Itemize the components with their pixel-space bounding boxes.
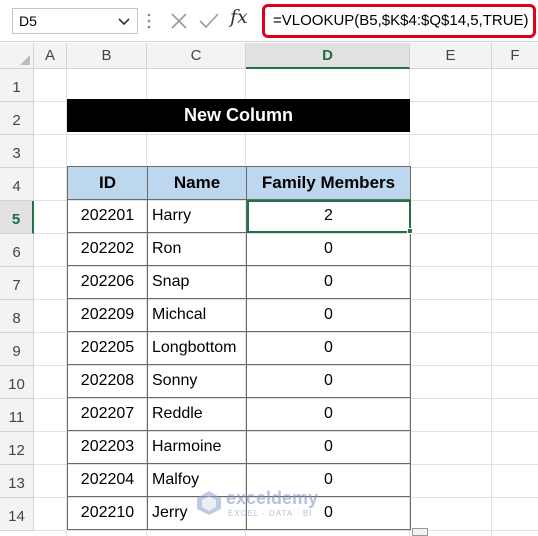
select-all-corner[interactable] (0, 43, 34, 69)
table-row: 202206 Snap 0 (67, 265, 411, 299)
column-header-c[interactable]: C (147, 43, 246, 69)
fill-handle[interactable] (407, 228, 413, 234)
cell-id[interactable]: 202205 (67, 331, 148, 365)
row-header-1[interactable]: 1 (0, 69, 34, 102)
name-box[interactable]: D5 (12, 8, 138, 34)
cell-name[interactable]: Snap (147, 265, 247, 299)
name-box-value: D5 (19, 13, 37, 29)
table-row: 202208 Sonny 0 (67, 364, 411, 398)
cell-family-members[interactable]: 0 (246, 430, 411, 464)
table-row: 202209 Michcal 0 (67, 298, 411, 332)
cell-name[interactable]: Longbottom (147, 331, 247, 365)
cell-id[interactable]: 202204 (67, 463, 148, 497)
cell-name[interactable]: Michcal (147, 298, 247, 332)
page-title: New Column (67, 99, 410, 132)
formula-input[interactable]: =VLOOKUP(B5,$K$4:$Q$14,5,TRUE) (262, 4, 536, 38)
cell-id[interactable]: 202207 (67, 397, 148, 431)
column-header-b[interactable]: B (67, 43, 147, 69)
formula-text: =VLOOKUP(B5,$K$4:$Q$14,5,TRUE) (273, 12, 529, 29)
cell-family-members[interactable]: 0 (246, 265, 411, 299)
column-header-d[interactable]: D (246, 43, 410, 69)
enter-check-icon[interactable] (199, 13, 219, 29)
column-header-a[interactable]: A (34, 43, 67, 69)
data-table: ID Name Family Members 202201 Harry 2 20… (67, 166, 411, 530)
chevron-down-icon[interactable] (115, 11, 133, 31)
cell-id[interactable]: 202202 (67, 232, 148, 266)
row-header-2[interactable]: 2 (0, 102, 34, 135)
cell-id[interactable]: 202209 (67, 298, 148, 332)
cell-family-members[interactable]: 0 (246, 364, 411, 398)
cell-name[interactable]: Reddle (147, 397, 247, 431)
row-header-6[interactable]: 6 (0, 234, 34, 267)
cell-name[interactable]: Harry (147, 199, 247, 233)
cell-family-members[interactable]: 0 (246, 397, 411, 431)
header-name[interactable]: Name (147, 166, 247, 200)
cell-name[interactable]: Sonny (147, 364, 247, 398)
row-header-13[interactable]: 13 (0, 465, 34, 498)
table-header-row: ID Name Family Members (67, 166, 411, 200)
table-row: 202202 Ron 0 (67, 232, 411, 266)
cancel-icon[interactable] (171, 13, 187, 29)
row-header-9[interactable]: 9 (0, 333, 34, 366)
watermark: exceldemy EXCEL · DATA · BI (196, 488, 356, 520)
table-row: 202207 Reddle 0 (67, 397, 411, 431)
row-header-7[interactable]: 7 (0, 267, 34, 300)
cell-name[interactable]: Ron (147, 232, 247, 266)
row-header-10[interactable]: 10 (0, 366, 34, 399)
cell-id[interactable]: 202206 (67, 265, 148, 299)
cell-family-members[interactable]: 0 (246, 331, 411, 365)
insert-function-icon[interactable]: fx (230, 6, 248, 28)
header-id[interactable]: ID (67, 166, 148, 200)
cell-family-members[interactable]: 0 (246, 232, 411, 266)
more-options-icon (147, 13, 151, 29)
row-header-12[interactable]: 12 (0, 432, 34, 465)
cell-id[interactable]: 202203 (67, 430, 148, 464)
table-row: 202205 Longbottom 0 (67, 331, 411, 365)
cell-family-members-selected[interactable]: 2 (246, 199, 411, 233)
cell-name[interactable]: Harmoine (147, 430, 247, 464)
row-header-11[interactable]: 11 (0, 399, 34, 432)
row-header-4[interactable]: 4 (0, 168, 34, 201)
column-header-f[interactable]: F (492, 43, 538, 69)
quick-analysis-icon[interactable] (412, 528, 428, 536)
header-family-members[interactable]: Family Members (246, 166, 411, 200)
cell-id[interactable]: 202201 (67, 199, 148, 233)
row-header-5[interactable]: 5 (0, 201, 34, 234)
cell-family-members[interactable]: 0 (246, 298, 411, 332)
cell-id[interactable]: 202208 (67, 364, 148, 398)
table-row: 202201 Harry 2 (67, 199, 411, 233)
row-header-3[interactable]: 3 (0, 135, 34, 168)
cell-id[interactable]: 202210 (67, 496, 148, 530)
column-header-e[interactable]: E (410, 43, 492, 69)
table-row: 202203 Harmoine 0 (67, 430, 411, 464)
watermark-brand: exceldemy (226, 488, 319, 508)
row-header-14[interactable]: 14 (0, 498, 34, 531)
exceldemy-logo-icon (197, 491, 221, 515)
watermark-tagline: EXCEL · DATA · BI (228, 509, 313, 518)
formula-bar: D5 fx =VLOOKUP(B5,$K$4:$Q$14,5,TRUE) (0, 0, 538, 42)
row-header-8[interactable]: 8 (0, 300, 34, 333)
